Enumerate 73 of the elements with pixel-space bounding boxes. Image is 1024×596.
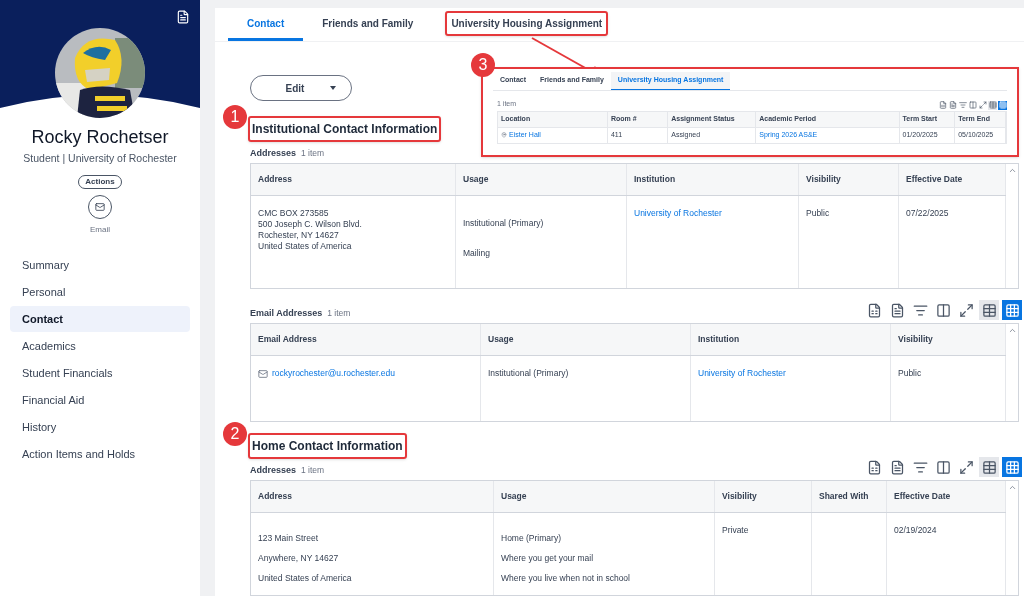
nav-item[interactable]: Contact	[10, 305, 190, 332]
cell-text: Where you get your mail	[501, 553, 595, 564]
column-header: Email Address	[258, 333, 317, 346]
nav-item[interactable]: History	[10, 413, 190, 440]
email-label: Email	[90, 223, 110, 236]
grid-view-icon[interactable]	[1002, 300, 1022, 320]
step-number: 1	[223, 105, 247, 129]
cell-text: United States of America	[258, 573, 353, 584]
column-header: Visibility	[722, 490, 757, 503]
section-title: Home Contact Information	[248, 433, 407, 459]
scroll-up-icon[interactable]	[1007, 166, 1017, 175]
pin-icon	[501, 132, 507, 138]
step-number: 2	[223, 422, 247, 446]
column-header: Effective Date	[894, 490, 951, 503]
email-link[interactable]: rockyrochester@u.rochester.edu	[272, 368, 395, 379]
person-name: Rocky Rochetser	[31, 126, 169, 149]
grid-view-icon[interactable]	[1002, 457, 1022, 477]
table-label: Email Addresses	[250, 306, 323, 320]
column-header: Shared With	[819, 490, 869, 503]
cell-text: 07/22/2025	[906, 208, 950, 219]
person-subtitle: Student | University of Rochester	[23, 151, 177, 166]
cell-text: Public	[806, 208, 831, 219]
table-view-icon[interactable]	[979, 457, 999, 477]
cell-text: 123 Main Street	[258, 533, 319, 544]
cell-text: Public	[898, 368, 923, 379]
grid-view-icon[interactable]	[998, 100, 1007, 110]
column-header: Institution	[698, 333, 740, 346]
filter-icon[interactable]	[958, 100, 967, 110]
section-title: Institutional Contact Information	[248, 116, 442, 142]
nav-item[interactable]: Personal	[10, 278, 190, 305]
table-label: Addresses	[250, 146, 297, 160]
cell-text: Anywhere, NY 14627	[258, 553, 340, 564]
column-header: Address	[258, 173, 292, 186]
cell-text: Institutional (Primary)	[463, 218, 545, 229]
pdf-icon[interactable]	[176, 10, 190, 24]
nav-item[interactable]: Action Items and Holds	[10, 440, 190, 467]
institution-link[interactable]: University of Rochester	[634, 208, 791, 219]
cell-text: CMC BOX 273585	[258, 208, 330, 219]
cell-text: Rochester, NY 14627	[258, 230, 340, 241]
cell-text: Where you live when not in school	[501, 573, 631, 584]
cell-text: 02/19/2024	[894, 525, 938, 536]
nav-item[interactable]: Summary	[10, 251, 190, 278]
nav-item[interactable]: Academics	[10, 332, 190, 359]
table-view-icon[interactable]	[988, 100, 997, 110]
item-count: 1 item	[301, 463, 325, 477]
column-header: Institution	[634, 173, 676, 186]
column-header: Usage	[463, 173, 489, 186]
nav-item[interactable]: Financial Aid	[10, 386, 190, 413]
caret-icon	[330, 86, 337, 90]
table-view-icon[interactable]	[979, 300, 999, 320]
tab[interactable]: Friends and Family	[303, 8, 433, 41]
fullscreen-icon[interactable]	[978, 100, 987, 110]
table-label: Addresses	[250, 463, 297, 477]
scroll-up-icon[interactable]	[1007, 483, 1017, 492]
column-header: Visibility	[898, 333, 933, 346]
nav-item[interactable]: Student Financials	[10, 359, 190, 386]
column-header: Usage	[501, 490, 527, 503]
column-header: Visibility	[806, 173, 841, 186]
cell-text: 500 Joseph C. Wilson Blvd.	[258, 219, 363, 230]
cell-text: Home (Primary)	[501, 533, 562, 544]
item-count: 1 item	[327, 306, 351, 320]
mail-icon	[258, 368, 268, 379]
column-header: Address	[258, 490, 292, 503]
item-count: 1 item	[301, 146, 325, 160]
cell-text: Mailing	[463, 248, 491, 259]
cell-text: Institutional (Primary)	[488, 368, 570, 379]
cell-text: United States of America	[258, 241, 353, 252]
column-header: Effective Date	[906, 173, 963, 186]
mail-icon	[95, 201, 105, 212]
column-header: Usage	[488, 333, 514, 346]
scroll-up-icon[interactable]	[1007, 326, 1017, 335]
cell-text: Private	[722, 525, 750, 536]
institution-link[interactable]: University of Rochester	[698, 368, 883, 379]
